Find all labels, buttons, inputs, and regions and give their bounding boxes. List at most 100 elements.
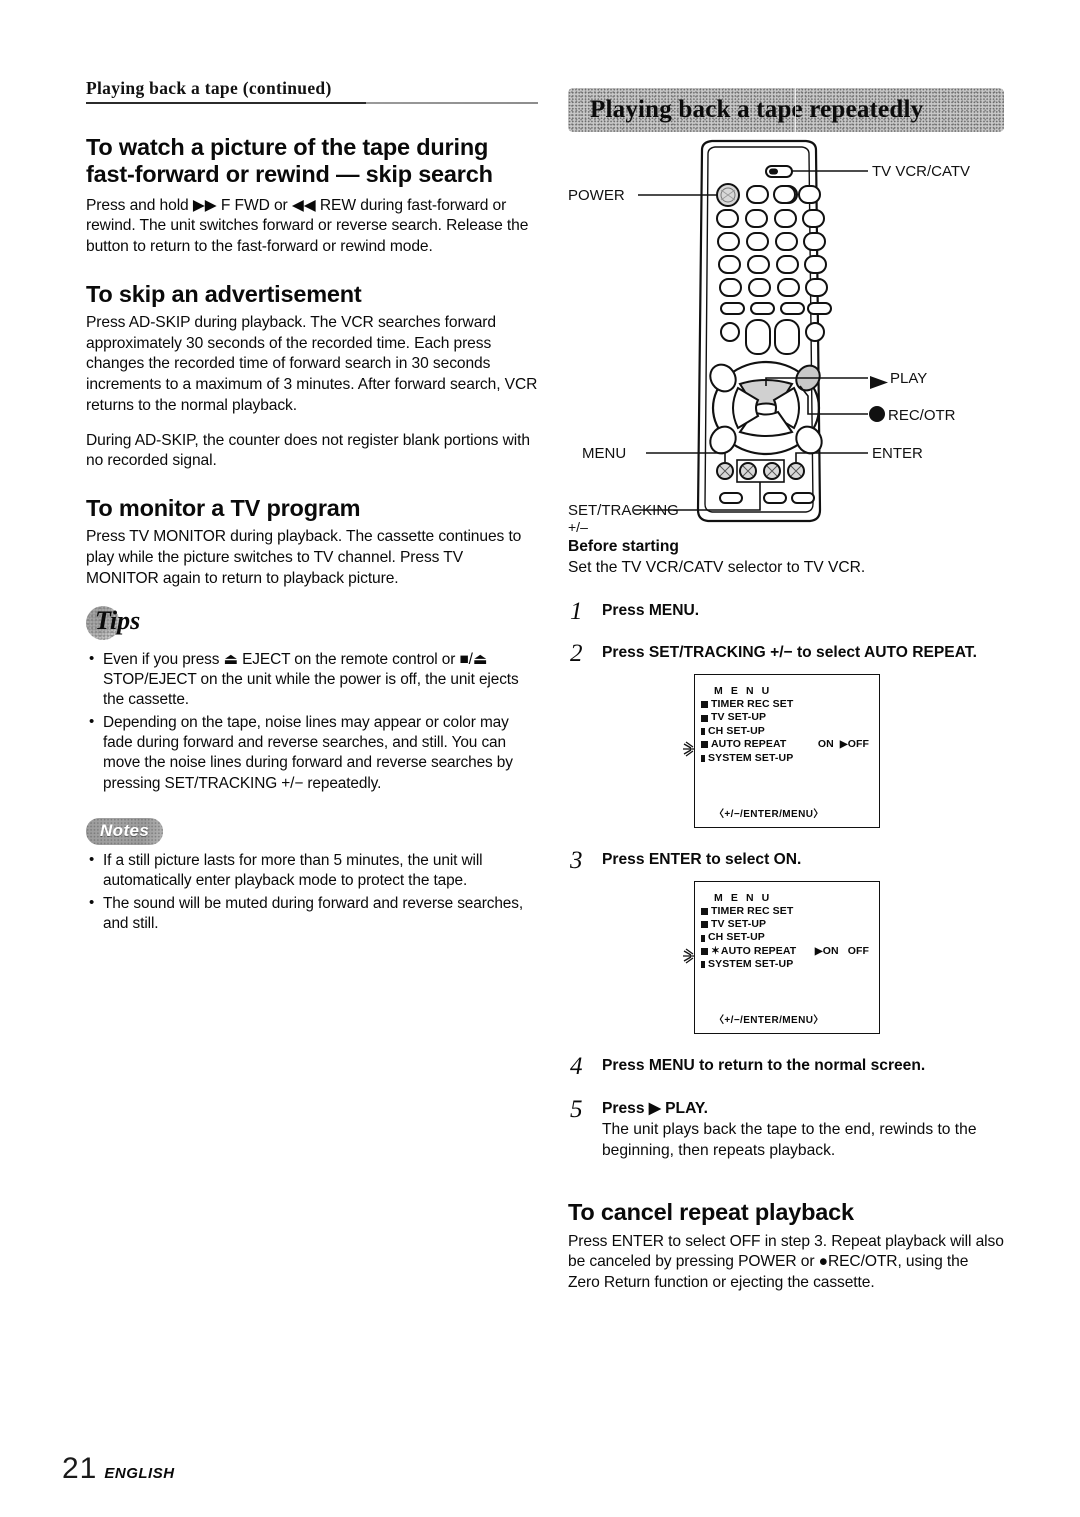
osd-screen-auto-repeat-on: M E N U TIMER REC SET TV SET-UP CH SET-U… — [683, 881, 880, 1035]
list-item: Depending on the tape, noise lines may a… — [86, 712, 538, 794]
osd-row-label: TIMER REC SET — [711, 698, 794, 711]
osd-option-on: ON — [822, 944, 839, 957]
osd-row-options: ON ▶OFF — [818, 738, 873, 752]
step-4: 4 Press MENU to return to the normal scr… — [568, 1053, 1004, 1080]
osd-spacer — [701, 765, 873, 805]
osd-row-options: ▶ON OFF — [815, 945, 873, 959]
cursor-burst-icon — [683, 948, 694, 964]
osd-footer: 〈+/−/ENTER/MENU〉 — [714, 1015, 824, 1027]
folio-language: ENGLISH — [104, 1465, 175, 1482]
callout-set-tracking-sub: +/– — [568, 519, 588, 535]
paragraph-monitor-tv: Press TV MONITOR during playback. The ca… — [86, 528, 522, 587]
list-item: Even if you press ⏏ EJECT on the remote … — [86, 649, 538, 711]
paragraph-skip-search: Press and hold ▶▶ F FWD or ◀◀ REW during… — [86, 196, 529, 255]
running-head: Playing back a tape (continued) — [86, 78, 538, 102]
notes-badge: Notes — [86, 817, 538, 845]
running-head-text: Playing back a tape (continued) — [86, 78, 332, 98]
osd-option-off: OFF — [847, 737, 869, 750]
callout-rec-otr: REC/OTR — [888, 407, 956, 424]
paragraph-ad-skip-2: During AD-SKIP, the counter does not reg… — [86, 431, 530, 470]
step-1: 1 Press MENU. — [568, 598, 1004, 625]
power-button-icon — [716, 183, 740, 207]
before-starting-text: Set the TV VCR/CATV selector to TV VCR. — [568, 559, 866, 576]
record-dot-icon — [869, 406, 885, 422]
bullet-square-icon — [701, 921, 708, 929]
osd-row: SYSTEM SET-UP — [701, 958, 873, 971]
bullet-square-icon — [701, 701, 708, 709]
step-title: Press ▶ PLAY. — [602, 1099, 708, 1117]
osd-spacer — [701, 971, 873, 1011]
step-number: 3 — [570, 846, 583, 874]
step-title: Press ENTER to select ON. — [602, 850, 802, 868]
osd-screen-auto-repeat-off: M E N U TIMER REC SET TV SET-UP CH SET-U… — [683, 674, 880, 828]
heading-skip-search: To watch a picture of the tape during fa… — [86, 134, 493, 188]
bullet-square-icon — [701, 908, 708, 916]
step-5: 5 Press ▶ PLAY. The unit plays back the … — [568, 1095, 1004, 1162]
osd-row-label: TV SET-UP — [711, 711, 767, 724]
callout-set-tracking: SET/TRACKING — [568, 502, 679, 519]
osd-title: M E N U — [714, 685, 772, 698]
tv-vcr-catv-switch-icon — [765, 165, 793, 178]
osd-row-auto-repeat: AUTO REPEAT ON ▶OFF — [701, 738, 873, 752]
osd-row: TIMER REC SET — [701, 905, 873, 918]
osd-row-label: AUTO REPEAT — [720, 944, 797, 957]
osd-row-label: SYSTEM SET-UP — [708, 958, 794, 971]
osd-row: CH SET-UP — [701, 931, 873, 944]
callout-tv-vcr-catv: TV VCR/CATV — [872, 163, 970, 180]
page-footer: 21 ENGLISH — [62, 1452, 175, 1486]
heading-cancel-repeat: To cancel repeat playback — [568, 1199, 854, 1226]
step-title: Press SET/TRACKING +/− to select AUTO RE… — [602, 644, 977, 661]
cursor-burst-icon — [683, 741, 694, 757]
tips-badge: Tips — [86, 604, 538, 644]
remote-control-svg: TV VCR/CATV POWER PLAY REC/OTR MENU ENTE… — [568, 139, 970, 535]
tips-label: Tips — [95, 605, 141, 635]
osd-option-on: ON — [817, 737, 834, 750]
notes-list: If a still picture lasts for more than 5… — [86, 850, 538, 935]
bullet-square-icon — [701, 714, 708, 722]
callout-enter: ENTER — [872, 445, 923, 462]
osd-row-label: TV SET-UP — [711, 918, 767, 931]
osd-row: SYSTEM SET-UP — [701, 752, 873, 765]
play-triangle-icon — [870, 376, 888, 389]
callout-play: PLAY — [890, 370, 927, 387]
osd-row-label: CH SET-UP — [708, 931, 765, 944]
osd-title: M E N U — [714, 892, 772, 904]
osd-row-label: AUTO REPEAT — [711, 738, 787, 751]
step-number: 2 — [570, 640, 583, 667]
banner-title: Playing back a tape repeatedly — [590, 96, 924, 123]
star-icon: ✶ — [711, 944, 720, 957]
step-title: Press MENU to return to the normal scree… — [602, 1057, 926, 1075]
osd-row-label: CH SET-UP — [708, 724, 765, 737]
osd-row-label: TIMER REC SET — [711, 905, 794, 917]
step-3: 3 Press ENTER to select ON. — [568, 847, 1004, 874]
manual-page: Playing back a tape (continued) To watch… — [0, 0, 1080, 1517]
osd-row: TV SET-UP — [701, 711, 873, 724]
osd-footer: 〈+/−/ENTER/MENU〉 — [714, 808, 824, 820]
running-head-rule — [86, 102, 538, 104]
before-starting-block: Before starting Set the TV VCR/CATV sele… — [568, 538, 1004, 579]
notes-pill-icon: Notes — [86, 817, 164, 845]
step-title: Press MENU. — [602, 601, 700, 619]
selection-pointer-icon: ▶ — [814, 945, 823, 957]
list-item: The sound will be muted during forward a… — [86, 893, 538, 935]
bullet-square-icon — [701, 934, 705, 942]
step-number: 5 — [570, 1095, 583, 1123]
before-starting-heading: Before starting — [568, 538, 679, 555]
callout-power: POWER — [568, 187, 625, 204]
osd-row-label: SYSTEM SET-UP — [708, 751, 794, 764]
step-number: 4 — [570, 1053, 583, 1081]
step-body: The unit plays back the tape to the end,… — [602, 1121, 977, 1159]
heading-monitor-tv: To monitor a TV program — [86, 495, 361, 522]
osd-option-off: OFF — [847, 944, 869, 957]
section-banner: Playing back a tape repeatedly — [568, 88, 1004, 132]
osd-row: CH SET-UP — [701, 725, 873, 738]
list-item: If a still picture lasts for more than 5… — [86, 850, 538, 892]
osd-row-auto-repeat: ✶ AUTO REPEAT ▶ON OFF — [701, 945, 873, 959]
notes-label: Notes — [100, 820, 150, 840]
heading-skip-advertisement: To skip an advertisement — [86, 280, 362, 307]
remote-control-diagram: TV VCR/CATV POWER PLAY REC/OTR MENU ENTE… — [568, 138, 1004, 538]
left-column: Playing back a tape (continued) To watch… — [86, 78, 538, 936]
tips-list: Even if you press ⏏ EJECT on the remote … — [86, 649, 538, 794]
osd-row: TV SET-UP — [701, 918, 873, 931]
folio-number: 21 — [62, 1452, 98, 1485]
